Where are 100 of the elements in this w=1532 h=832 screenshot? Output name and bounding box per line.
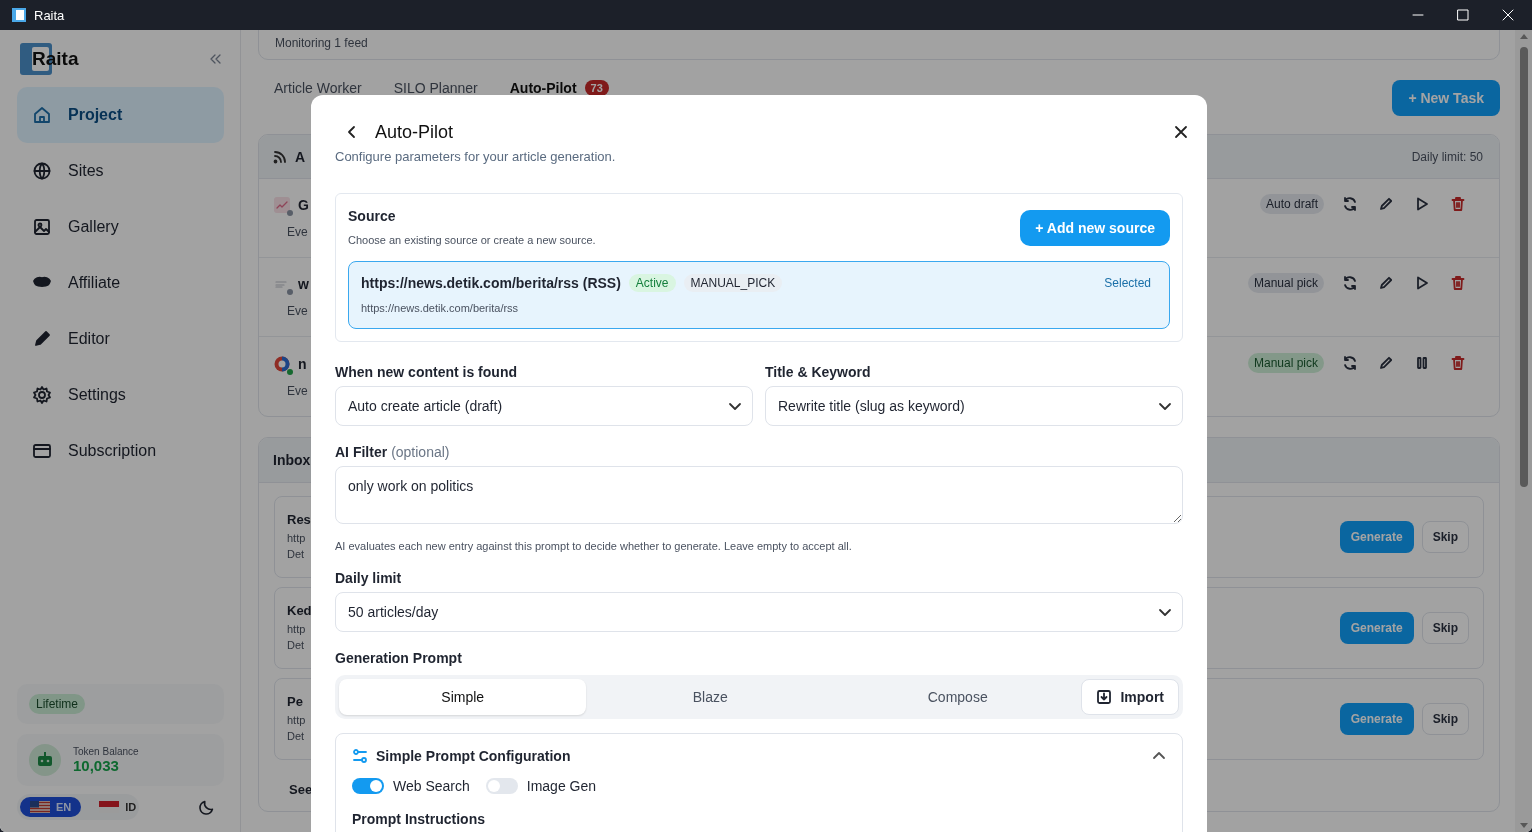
status-badge: Active: [628, 274, 676, 292]
language-button[interactable]: ID: [89, 797, 147, 817]
see-more-link[interactable]: See: [289, 782, 313, 797]
item-title: Ked: [287, 603, 312, 618]
pencil-icon[interactable]: [1378, 196, 1394, 212]
circle-logo-icon: [274, 355, 290, 372]
field-label: Title & Keyword: [765, 364, 872, 380]
source-url: https://news.detik.com/berita/rss: [361, 302, 520, 314]
nav-item[interactable]: Editor: [17, 311, 224, 367]
rss-icon: [273, 149, 287, 164]
select-field[interactable]: Auto create article (draft): [335, 386, 753, 426]
feed-name: w: [298, 276, 309, 292]
nav-item[interactable]: Settings: [17, 367, 224, 423]
pencil-icon[interactable]: [1378, 275, 1394, 291]
tab[interactable]: SILO Planner: [393, 80, 478, 96]
mode-tag: MANUAL_PICK: [683, 274, 783, 292]
field-label: Generation Prompt: [335, 650, 463, 666]
token-value: 10,033: [73, 757, 120, 774]
source-option[interactable]: https://news.detik.com/berita/rss (RSS) Active MANUAL_PICK Selected https://news.detik.com/berita/rss: [348, 261, 1170, 329]
flag-icon: [30, 801, 50, 813]
trend-icon: [274, 197, 290, 213]
field-label: When new content is found: [335, 364, 518, 380]
field-label: AI Filter: [335, 444, 388, 460]
skip-button[interactable]: Skip: [1421, 703, 1469, 735]
play-icon[interactable]: [1414, 275, 1430, 291]
item-meta: Det: [287, 547, 306, 562]
nav-item[interactable]: Sites: [17, 143, 224, 199]
config-title: Simple Prompt Configuration: [376, 748, 571, 764]
maximize-icon[interactable]: [1457, 9, 1469, 21]
moon-icon[interactable]: [198, 798, 216, 816]
import-icon: [1096, 689, 1113, 705]
collapse-icon[interactable]: [208, 52, 222, 66]
pencil-icon[interactable]: [1378, 354, 1394, 371]
mode-badge: Manual pick: [1247, 352, 1324, 373]
segment-tab[interactable]: Simple: [339, 679, 587, 715]
globe-icon: [32, 161, 52, 181]
tab[interactable]: Auto-Pilot 73: [509, 80, 609, 96]
sliders-icon: [352, 748, 368, 764]
section-description: Choose an existing source or create a new source.: [348, 234, 596, 246]
mode-badge: Manual pick: [1247, 273, 1324, 293]
select-field[interactable]: Rewrite title (slug as keyword): [765, 386, 1183, 426]
skip-button[interactable]: Skip: [1421, 612, 1469, 644]
segment-tab[interactable]: Compose: [833, 679, 1082, 715]
source-name: https://news.detik.com/berita/rss (RSS): [361, 275, 621, 291]
image-icon: [32, 217, 52, 237]
nav-item[interactable]: Affiliate: [17, 255, 224, 311]
feed-schedule: Eve: [286, 383, 308, 398]
item-title: Res: [287, 512, 311, 527]
item-meta: Det: [287, 729, 306, 744]
home-icon: [32, 105, 52, 125]
filter-textarea[interactable]: only work on politics: [335, 466, 1183, 524]
count-badge: 73: [584, 80, 609, 96]
daily-limit-text: Daily limit: 50: [1411, 149, 1483, 164]
scrollbar[interactable]: [1515, 30, 1532, 832]
nav-item[interactable]: Project: [17, 87, 224, 143]
toggle-switch[interactable]: [485, 778, 518, 794]
gear-icon: [32, 385, 52, 405]
dialog-title: Auto-Pilot: [375, 121, 454, 143]
feed-name: G: [298, 197, 309, 213]
toggle-label: Image Gen: [526, 778, 597, 794]
toggle-switch[interactable]: [352, 778, 384, 794]
optional-hint: (optional): [391, 444, 450, 460]
refresh-icon[interactable]: [1342, 275, 1358, 291]
token-label: Token Balance: [73, 746, 139, 757]
feed-name: n: [298, 355, 307, 372]
nav-item[interactable]: Subscription: [17, 423, 224, 479]
play-icon[interactable]: [1414, 196, 1430, 212]
window-title: Raita: [34, 7, 65, 23]
nav-item[interactable]: Gallery: [17, 199, 224, 255]
trash-icon[interactable]: [1450, 275, 1466, 291]
import-button[interactable]: Import: [1081, 679, 1179, 715]
item-title: Pe: [287, 694, 304, 709]
tab[interactable]: Article Worker: [274, 80, 362, 96]
segment-tab[interactable]: Blaze: [586, 679, 834, 715]
mode-badge: Auto draft: [1259, 194, 1324, 214]
pencil-icon: [32, 329, 52, 349]
selected-label: Selected: [1104, 276, 1151, 290]
field-label: Prompt Instructions: [352, 811, 486, 827]
trash-icon[interactable]: [1450, 196, 1466, 212]
feed-schedule: Eve: [286, 304, 309, 318]
plan-badge: Lifetime: [29, 694, 86, 714]
panel-title: Inbox: [273, 452, 311, 468]
trash-icon[interactable]: [1450, 354, 1466, 371]
skip-button[interactable]: Skip: [1421, 521, 1469, 553]
app-icon: [12, 8, 26, 22]
refresh-icon[interactable]: [1342, 196, 1358, 212]
panel-title: A: [295, 148, 306, 165]
toggle-label: Web Search: [393, 778, 470, 794]
item-url: http: [287, 713, 306, 728]
pause-icon[interactable]: [1414, 354, 1430, 371]
card-icon: [32, 441, 52, 461]
select-field[interactable]: 50 articles/day: [335, 592, 1183, 632]
item-meta: Det: [287, 638, 306, 653]
field-label: Daily limit: [335, 570, 403, 586]
close-icon[interactable]: [1174, 125, 1188, 139]
refresh-icon[interactable]: [1342, 354, 1358, 371]
item-url: http: [287, 622, 307, 637]
language-button[interactable]: EN: [20, 797, 82, 817]
help-text: AI evaluates each new entry against this prompt to decide whether to generate. Leave empty to accept all.: [335, 540, 853, 552]
item-url: http: [287, 531, 307, 546]
